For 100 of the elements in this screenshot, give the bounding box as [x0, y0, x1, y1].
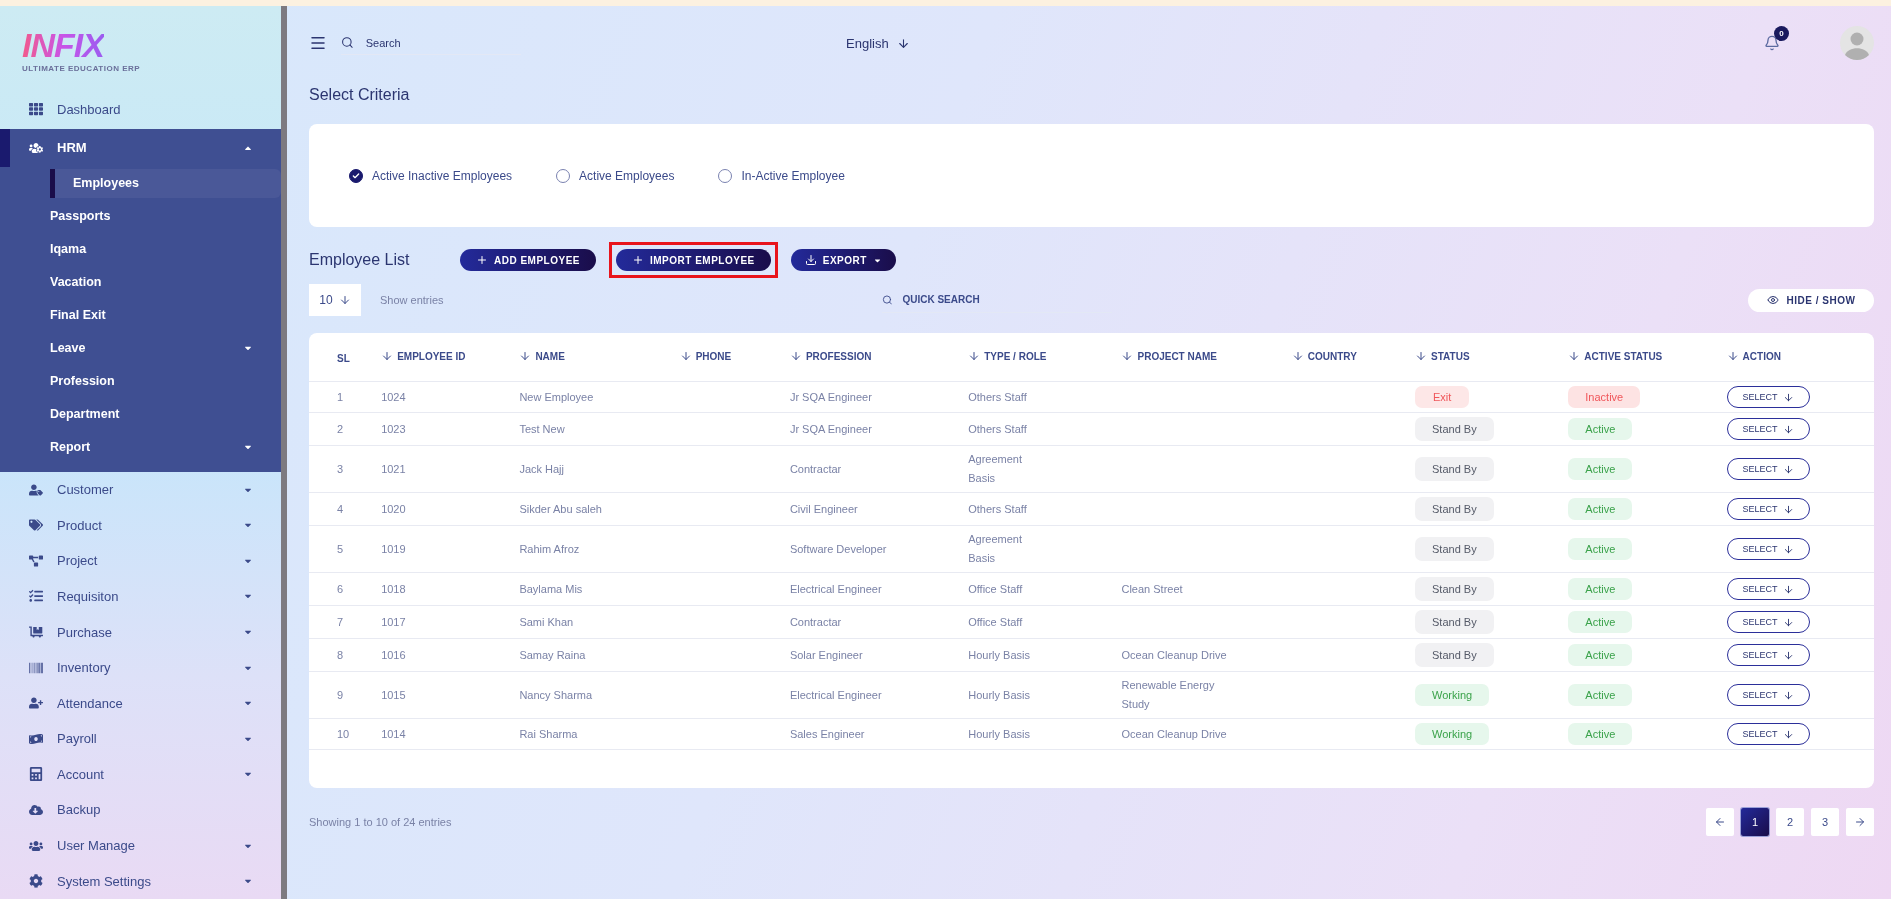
- table-cell-text: Contractar: [789, 615, 842, 630]
- table-cell-text: Ocean Cleanup Drive: [1121, 648, 1227, 663]
- sidebar-subitem[interactable]: Iqama: [50, 232, 281, 266]
- arrow-down-icon[interactable]: [1568, 350, 1581, 362]
- table-cell-text: Hourly Basis: [968, 648, 1030, 663]
- next-page-button[interactable]: [1846, 808, 1874, 836]
- select-button[interactable]: SELECT: [1726, 644, 1810, 666]
- sidebar-subitem[interactable]: Employees: [50, 168, 281, 198]
- sidebar-item[interactable]: User Manage: [0, 827, 281, 864]
- sidebar-item[interactable]: Requisiton: [0, 578, 281, 615]
- tags-icon: [29, 518, 44, 533]
- sidebar-item[interactable]: Product: [0, 507, 281, 544]
- page-button[interactable]: 2: [1776, 808, 1804, 836]
- page-button[interactable]: 1: [1741, 808, 1769, 836]
- select-button[interactable]: SELECT: [1726, 611, 1810, 633]
- add-button[interactable]: IMPORT EMPLOYEE: [616, 249, 771, 271]
- table-cell-text: Rai Sharma: [519, 727, 578, 742]
- sidebar-item[interactable]: Account: [0, 756, 281, 793]
- select-button[interactable]: SELECT: [1726, 684, 1810, 706]
- radio-button[interactable]: [718, 168, 733, 183]
- menu-icon[interactable]: [309, 34, 327, 52]
- sidebar-item[interactable]: Dashboard: [0, 89, 281, 129]
- sidebar-item[interactable]: Customer: [0, 471, 281, 508]
- table-cell-text: Agreement Basis: [968, 452, 1023, 486]
- column-header: PHONE: [695, 350, 732, 362]
- table-cell-text: Solar Engineer: [789, 648, 863, 663]
- arrow-down-icon[interactable]: [789, 350, 802, 362]
- logo-tagline: ULTIMATE EDUCATION ERP: [22, 64, 141, 73]
- arrow-down-icon[interactable]: [1415, 350, 1428, 362]
- arrow-down-icon: [1782, 503, 1794, 515]
- table-cell-text: 1014: [381, 727, 406, 742]
- status-badge: Active: [1568, 644, 1633, 666]
- table-cell-text: Nancy Sharma: [519, 688, 593, 703]
- sidebar-subitem[interactable]: Profession: [50, 364, 281, 398]
- radio-label: Active Employees: [579, 168, 675, 183]
- select-button[interactable]: SELECT: [1726, 418, 1810, 440]
- sidebar-subitem[interactable]: Passports: [50, 199, 281, 233]
- sidebar-subitem[interactable]: Report: [50, 430, 281, 464]
- radio-option[interactable]: In-Active Employee: [718, 168, 845, 183]
- column-header: ACTION: [1742, 350, 1781, 362]
- search-field[interactable]: Search: [363, 35, 521, 50]
- sidebar-item[interactable]: Backup: [0, 792, 281, 828]
- previous-page-button[interactable]: [1706, 808, 1734, 836]
- table-cell-text: 1020: [381, 502, 406, 517]
- bell-icon[interactable]: [1764, 35, 1780, 51]
- table-cell-text: 1015: [381, 688, 406, 703]
- table-cell-text: Contractar: [789, 462, 842, 477]
- table-cell-text: Agreement Basis: [968, 532, 1023, 566]
- sidebar-item[interactable]: Inventory: [0, 649, 281, 686]
- table-cell-text: Office Staff: [968, 582, 1023, 597]
- sidebar-item[interactable]: Attendance: [0, 685, 281, 721]
- add-button[interactable]: ADD EMPLOYEE: [460, 249, 596, 271]
- radio-button[interactable]: [349, 168, 363, 183]
- table-cell-text: 8: [337, 648, 344, 663]
- arrow-down-icon[interactable]: [1121, 350, 1134, 362]
- arrow-down-icon[interactable]: [519, 350, 532, 362]
- table-cell-text: Hourly Basis: [968, 688, 1030, 703]
- table-cell-text: Renewable Energy Study: [1121, 678, 1216, 712]
- column-header: NAME: [535, 350, 565, 362]
- export-button[interactable]: EXPORT: [790, 249, 896, 271]
- table-cell-text: Electrical Engineer: [789, 688, 882, 703]
- hide-show-button[interactable]: HIDE / SHOW: [1748, 288, 1874, 312]
- radio-option[interactable]: Active Employees: [556, 168, 675, 183]
- status-badge: Inactive: [1568, 386, 1641, 408]
- search-icon[interactable]: [341, 35, 354, 50]
- arrow-down-icon[interactable]: [968, 350, 981, 362]
- arrow-down-icon[interactable]: [381, 350, 394, 362]
- page-size-select[interactable]: 10: [309, 284, 361, 316]
- sidebar-item[interactable]: System Settings: [0, 863, 281, 899]
- table-cell-text: Jr SQA Engineer: [789, 422, 872, 437]
- quick-search-field[interactable]: QUICK SEARCH: [900, 293, 1112, 306]
- sidebar-subitem[interactable]: Vacation: [50, 265, 281, 299]
- arrow-down-icon: [1782, 391, 1794, 403]
- select-button[interactable]: SELECT: [1726, 458, 1810, 480]
- table-cell-text: Sami Khan: [519, 615, 574, 630]
- table-cell-text: 1018: [381, 582, 406, 597]
- radio-button[interactable]: [556, 168, 571, 183]
- select-button[interactable]: SELECT: [1726, 723, 1810, 745]
- table-cell-text: 7: [337, 615, 344, 630]
- sidebar-item[interactable]: Project: [0, 543, 281, 579]
- select-button[interactable]: SELECT: [1726, 386, 1810, 408]
- status-badge: Stand By: [1415, 537, 1494, 561]
- language-select[interactable]: English: [836, 29, 920, 57]
- sidebar-item[interactable]: Purchase: [0, 614, 281, 650]
- column-header: PROJECT NAME: [1137, 350, 1217, 362]
- arrow-down-icon[interactable]: [1726, 350, 1739, 362]
- select-button[interactable]: SELECT: [1726, 578, 1810, 600]
- arrow-down-icon: [1782, 543, 1794, 555]
- select-button[interactable]: SELECT: [1726, 538, 1810, 560]
- sidebar-subitem[interactable]: Final Exit: [50, 298, 281, 332]
- select-button[interactable]: SELECT: [1726, 498, 1810, 520]
- cart-icon: [29, 625, 44, 639]
- table-cell-text: Baylama Mis: [519, 582, 583, 597]
- sidebar-subitem[interactable]: Department: [50, 397, 281, 431]
- sidebar-item[interactable]: HRM: [0, 128, 281, 167]
- sidebar-item[interactable]: Payroll: [0, 721, 281, 757]
- arrow-down-icon[interactable]: [679, 350, 692, 362]
- arrow-down-icon[interactable]: [1291, 350, 1304, 362]
- page-button[interactable]: 3: [1811, 808, 1839, 836]
- sidebar-subitem[interactable]: Leave: [50, 331, 281, 365]
